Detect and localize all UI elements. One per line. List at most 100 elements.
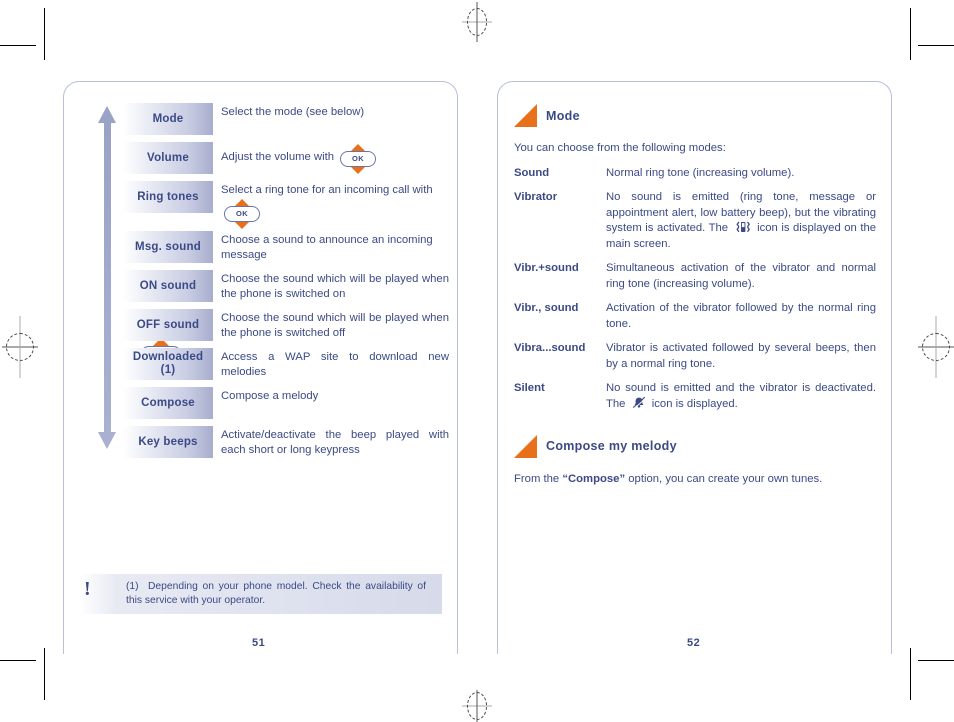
menu-row-msg-sound: Msg. sound Choose a sound to announce an… xyxy=(123,231,449,264)
menu-desc-downloaded: Access a WAP site to download new melodi… xyxy=(221,351,449,379)
menu-chip-ring-tones[interactable]: Ring tones xyxy=(123,181,213,213)
compose-description-after: option, you can create your own tunes. xyxy=(625,472,823,485)
menu-chip-downloaded[interactable]: Downloaded (1) xyxy=(123,348,213,381)
row-gap xyxy=(123,380,449,387)
sound-menu-table: Mode Select the mode (see below) Volume … xyxy=(123,103,449,459)
section-heading-mode-label: Mode xyxy=(546,108,580,123)
silent-icon xyxy=(632,396,646,410)
registration-mark-left xyxy=(2,316,38,378)
row-gap xyxy=(123,341,449,348)
menu-chip-volume[interactable]: Volume xyxy=(123,142,213,174)
footnote-text: (1) Depending on your phone model. Check … xyxy=(126,580,426,608)
rail-shaft xyxy=(104,122,111,432)
registration-mark-bottom xyxy=(462,690,492,722)
menu-row-volume: Volume Adjust the volume with OK xyxy=(123,142,449,174)
row-gap xyxy=(123,174,449,181)
menu-desc-on-sound: Choose the sound which will be played wh… xyxy=(221,273,449,301)
section-marker-triangle-icon xyxy=(514,104,537,127)
mode-item-vibrator: Vibrator No sound is emitted (ring tone,… xyxy=(514,190,876,252)
footnote-body: Depending on your phone model. Check the… xyxy=(126,581,426,606)
section-heading-compose: Compose my melody xyxy=(514,434,876,458)
right-page: Mode You can choose from the following m… xyxy=(497,81,892,654)
mode-term-vibr-plus-sound: Vibr.+sound xyxy=(514,262,579,275)
nav-up-triangle-icon xyxy=(235,199,249,207)
mode-item-silent: Silent No sound is emitted and the vibra… xyxy=(514,381,876,413)
compose-description: From the “Compose” option, you can creat… xyxy=(514,472,876,488)
mode-def-vibrator: No sound is emitted (ring tone, message … xyxy=(606,190,876,252)
mode-term-vibrator: Vibrator xyxy=(514,191,558,204)
menu-desc-mode: Select the mode (see below) xyxy=(221,106,365,118)
section-heading-compose-label: Compose my melody xyxy=(546,439,677,454)
crop-mark-top-left-v xyxy=(44,8,45,60)
footnote-number: (1) xyxy=(126,581,139,593)
menu-row-on-sound: ON sound Choose the sound which will be … xyxy=(123,270,449,303)
row-gap xyxy=(123,419,449,426)
right-page-content: Mode You can choose from the following m… xyxy=(514,104,876,488)
ok-nav-key-icon: OK xyxy=(340,144,377,174)
footnote-block: ! (1) Depending on your phone model. Chec… xyxy=(80,574,442,614)
row-gap xyxy=(123,302,449,309)
left-page: OK Mode Select the mode (see below) Volu… xyxy=(63,81,458,654)
menu-chip-compose[interactable]: Compose xyxy=(123,387,213,420)
nav-up-triangle-icon xyxy=(351,144,366,151)
mode-def-silent-before: No sound is emitted and the vibrator is … xyxy=(606,381,876,411)
mode-term-vibra-sound: Vibra...sound xyxy=(514,342,586,355)
menu-desc-key-beeps: Activate/deactivate the beep played with… xyxy=(221,429,449,457)
crop-mark-bottom-right-v xyxy=(910,648,911,700)
mode-def-vibr-plus-sound: Simultaneous activation of the vibrator … xyxy=(606,262,876,290)
mode-def-silent: No sound is emitted and the vibrator is … xyxy=(606,381,876,413)
menu-desc-ring-tones: Select a ring tone for an incoming call … xyxy=(213,181,449,230)
menu-desc-compose: Compose a melody xyxy=(221,390,319,403)
menu-chip-key-beeps[interactable]: Key beeps xyxy=(123,426,213,459)
section-marker-triangle-icon xyxy=(514,434,537,458)
menu-chip-msg-sound[interactable]: Msg. sound xyxy=(123,231,213,264)
ok-key-oval: OK xyxy=(224,206,260,223)
crop-mark-bottom-left-h xyxy=(0,660,36,661)
mode-intro-text: You can choose from the following modes: xyxy=(514,142,726,154)
mode-def-sound: Normal ring tone (increasing volume). xyxy=(606,166,795,179)
arrow-up-icon xyxy=(98,106,116,123)
menu-desc-volume-text: Adjust the volume with xyxy=(221,150,335,163)
menu-desc-ring-tones-text: Select a ring tone for an incoming call … xyxy=(221,184,433,196)
mode-def-silent-after: icon is displayed. xyxy=(651,398,738,411)
print-sheet: OK Mode Select the mode (see below) Volu… xyxy=(0,0,954,722)
mode-item-sound: Sound Normal ring tone (increasing volum… xyxy=(514,166,876,181)
registration-mark-top xyxy=(462,2,492,42)
vibrate-icon xyxy=(735,221,751,233)
crop-mark-top-right-v xyxy=(910,8,911,60)
menu-chip-mode[interactable]: Mode xyxy=(123,103,213,135)
menu-chip-on-sound[interactable]: ON sound xyxy=(123,270,213,303)
mode-item-vibra-sound: Vibra...sound Vibrator is activated foll… xyxy=(514,341,876,372)
menu-row-compose: Compose Compose a melody xyxy=(123,387,449,420)
registration-mark-right xyxy=(918,316,954,378)
crop-mark-top-right-h xyxy=(918,45,954,46)
mode-item-vibr-plus-sound: Vibr.+sound Simultaneous activation of t… xyxy=(514,261,876,292)
row-gap xyxy=(123,263,449,270)
crop-mark-top-left-h xyxy=(0,45,36,46)
page-number-left: 51 xyxy=(252,637,266,649)
nav-down-triangle-icon xyxy=(351,167,366,174)
row-gap xyxy=(123,135,449,142)
menu-row-key-beeps: Key beeps Activate/deactivate the beep p… xyxy=(123,426,449,459)
menu-desc-off-sound: Choose the sound which will be played wh… xyxy=(221,312,449,340)
menu-row-ring-tones: Ring tones Select a ring tone for an inc… xyxy=(123,181,449,230)
mode-def-vibr-comma-sound: Activation of the vibrator followed by t… xyxy=(606,302,876,330)
section-heading-mode: Mode xyxy=(514,104,876,127)
menu-chip-off-sound[interactable]: OFF sound xyxy=(123,309,213,342)
mode-term-silent: Silent xyxy=(514,381,545,394)
ok-key-oval: OK xyxy=(340,151,377,167)
mode-item-vibr-comma-sound: Vibr., sound Activation of the vibrator … xyxy=(514,301,876,332)
mode-def-vibra-sound: Vibrator is activated followed by severa… xyxy=(606,342,876,370)
scroll-direction-rail xyxy=(95,106,119,449)
menu-row-off-sound: OFF sound Choose the sound which will be… xyxy=(123,309,449,342)
compose-option-name: “Compose” xyxy=(562,472,626,485)
compose-description-before: From the xyxy=(514,472,563,485)
arrow-down-icon xyxy=(98,432,116,449)
menu-desc-volume: Adjust the volume with OK xyxy=(213,142,449,174)
warning-exclamation-icon: ! xyxy=(84,578,91,600)
nav-down-triangle-icon xyxy=(235,222,249,230)
menu-row-downloaded: Downloaded (1) Access a WAP site to down… xyxy=(123,348,449,381)
mode-term-sound: Sound xyxy=(514,166,550,179)
mode-term-vibr-comma-sound: Vibr., sound xyxy=(514,302,579,315)
